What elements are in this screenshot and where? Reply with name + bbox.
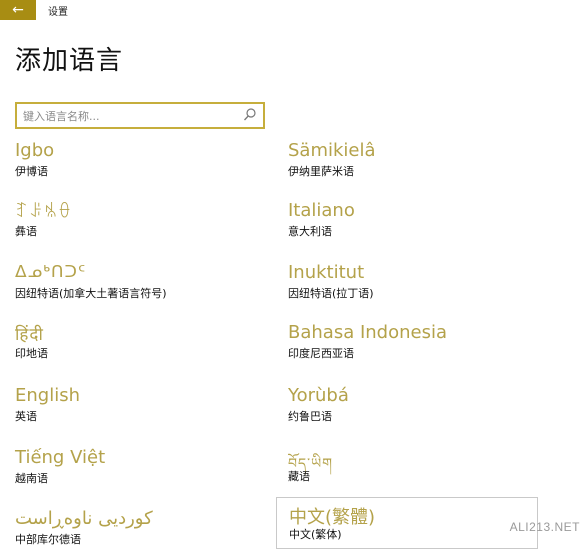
language-local-name: 因纽特语(加拿大土著语言符号)	[15, 287, 167, 300]
language-local-name: 伊纳里萨米语	[288, 165, 354, 178]
language-item-hindi[interactable]: हिंदी 印地语	[15, 322, 270, 366]
language-local-name: 彝语	[15, 225, 37, 238]
language-item-central-kurdish[interactable]: کوردیی ناوەڕاست 中部库尔德语	[15, 508, 270, 552]
language-native-name: Sämikielâ	[288, 140, 376, 161]
language-native-name: کوردیی ناوەڕاست	[15, 508, 153, 529]
watermark: ALI213.NET	[509, 520, 580, 534]
language-native-name: ᐃᓄᒃᑎᑐᑦ	[15, 262, 87, 282]
language-item-inuktitut-syllabics[interactable]: ᐃᓄᒃᑎᑐᑦ 因纽特语(加拿大土著语言符号)	[15, 262, 270, 306]
language-item-igbo[interactable]: Igbo 伊博语	[15, 140, 270, 184]
language-native-name: Yorùbá	[288, 385, 349, 406]
language-item-vietnamese[interactable]: Tiếng Việt 越南语	[15, 447, 270, 491]
language-local-name: 约鲁巴语	[288, 410, 332, 423]
language-item-indonesian[interactable]: Bahasa Indonesia 印度尼西亚语	[288, 322, 543, 366]
language-native-name: ꆈꌠꁱꂷ	[15, 202, 73, 222]
language-local-name: 藏语	[288, 470, 310, 483]
language-local-name: 英语	[15, 410, 37, 423]
search-icon[interactable]	[241, 106, 259, 124]
language-search-box[interactable]	[15, 102, 265, 129]
language-local-name: 印地语	[15, 347, 48, 360]
language-item-tibetan[interactable]: བོད་ཡིག 藏语	[288, 445, 543, 489]
window-title: 设置	[48, 7, 68, 18]
language-local-name: 意大利语	[288, 225, 332, 238]
language-item-yoruba[interactable]: Yorùbá 约鲁巴语	[288, 385, 543, 429]
language-item-italian[interactable]: Italiano 意大利语	[288, 200, 543, 244]
language-item-chinese-traditional[interactable]: 中文(繁體) 中文(繁体)	[276, 497, 538, 549]
language-local-name: 印度尼西亚语	[288, 347, 354, 360]
language-native-name: Igbo	[15, 140, 55, 161]
language-local-name: 中部库尔德语	[15, 533, 81, 546]
language-item-english[interactable]: English 英语	[15, 385, 270, 429]
page-title: 添加语言	[15, 46, 124, 76]
language-native-name: Tiếng Việt	[15, 447, 106, 468]
language-local-name: 中文(繁体)	[289, 528, 342, 541]
language-item-inuktitut-latin[interactable]: Inuktitut 因纽特语(拉丁语)	[288, 262, 543, 306]
language-local-name: 伊博语	[15, 165, 48, 178]
language-local-name: 越南语	[15, 472, 48, 485]
language-native-name: Bahasa Indonesia	[288, 322, 447, 343]
back-button[interactable]: ←	[0, 0, 36, 20]
search-input[interactable]	[23, 107, 243, 125]
language-native-name: English	[15, 385, 80, 406]
language-item-yi[interactable]: ꆈꌠꁱꂷ 彝语	[15, 200, 270, 244]
language-native-name: Italiano	[288, 200, 355, 221]
language-local-name: 因纽特语(拉丁语)	[288, 287, 374, 300]
language-item-inari-sami[interactable]: Sämikielâ 伊纳里萨米语	[288, 140, 543, 184]
title-bar: ← 设置	[0, 0, 584, 20]
language-native-name: Inuktitut	[288, 262, 365, 283]
language-native-name: हिंदी	[15, 325, 44, 345]
back-arrow-icon: ←	[12, 2, 24, 18]
